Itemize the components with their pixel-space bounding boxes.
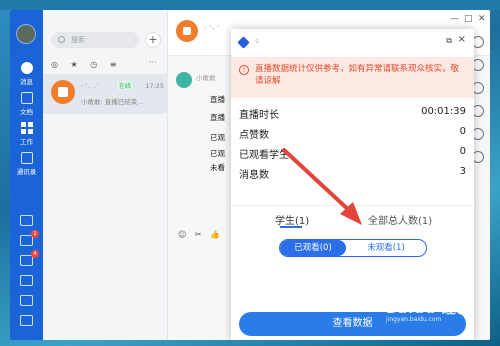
- contacts-icon: [20, 152, 33, 164]
- stat-value: 0: [459, 146, 466, 157]
- stat-row: 点赞数 0: [239, 126, 466, 141]
- close-button[interactable]: ✕: [478, 14, 486, 24]
- close-icon[interactable]: ×: [458, 34, 466, 45]
- stat-value: 0: [459, 126, 466, 137]
- watched-toggle: 已观看(0) 未观看(1): [279, 239, 427, 257]
- rail-label: 通讯录: [16, 168, 37, 176]
- message-snippet: 已观: [210, 149, 225, 158]
- warning-icon: !: [239, 65, 249, 75]
- app-logo-icon: [237, 36, 250, 49]
- chat-toolbar[interactable]: ☺ ✂ 👍: [178, 230, 223, 239]
- calendar-icon[interactable]: [20, 215, 33, 226]
- app-window: 消息 文档 工作 通讯录 1 4 搜索 + ◎ ★ ◷ ≡ ··· - '.. …: [10, 10, 490, 340]
- minimize-button[interactable]: —: [450, 14, 459, 24]
- conversation-name: - '.. .': [81, 82, 99, 90]
- desktop-background: [0, 0, 500, 10]
- chat-title: - '- ': [204, 24, 220, 33]
- rail-item-contacts[interactable]: 通讯录: [10, 152, 43, 176]
- warning-notice: ! 直播数据统计仅供参考，如有异常请联系观众核实，敬请谅解: [231, 57, 474, 98]
- notification-badge: 4: [31, 250, 39, 258]
- stat-row: 直播时长 00:01:39: [239, 106, 466, 121]
- message-snippet: 直播: [210, 113, 225, 122]
- rail-label: 消息: [20, 78, 33, 86]
- search-icon: [58, 36, 65, 43]
- group-avatar: [51, 80, 75, 104]
- stat-row: 已观看学生 0: [239, 146, 466, 161]
- mail-icon[interactable]: [20, 295, 33, 306]
- document-icon: [20, 92, 33, 104]
- watermark-main: Baidu 经验: [386, 301, 472, 317]
- phone-icon[interactable]: [20, 275, 33, 286]
- rail-item-docs[interactable]: 文档: [10, 92, 43, 116]
- tab-bar: 学生(1) 全部总人数(1): [231, 205, 474, 227]
- external-link-icon[interactable]: ⧉: [446, 36, 452, 46]
- grid-icon: [20, 122, 33, 134]
- conversation-item[interactable]: - '.. .' 在线 17:25 小敢敢: 直播已结束...: [43, 74, 168, 114]
- settings-icon[interactable]: [20, 315, 33, 326]
- tab-all[interactable]: 全部总人数(1): [368, 212, 432, 227]
- filter-icons[interactable]: ◎ ★ ◷ ≡: [51, 60, 121, 69]
- conversation-list: 搜索 + ◎ ★ ◷ ≡ ··· - '.. .' 在线 17:25 小敢敢: …: [43, 10, 168, 340]
- stat-row: 消息数 3: [239, 166, 466, 181]
- watermark-sub: jingyan.baidu.com: [386, 316, 442, 323]
- stat-label: 点赞数: [239, 130, 269, 141]
- conversation-preview: 小敢敢: 直播已结束...: [81, 98, 144, 106]
- maximize-button[interactable]: □: [464, 14, 473, 24]
- tab-underline: [280, 226, 302, 228]
- panel-header: ♀ ⧉ ×: [231, 29, 474, 57]
- conversation-time: 17:25: [145, 82, 164, 90]
- notification-badge: 1: [31, 230, 39, 238]
- stat-label: 消息数: [239, 170, 269, 181]
- tab-students[interactable]: 学生(1): [275, 212, 309, 227]
- panel-subtitle: ♀: [255, 38, 260, 45]
- search-placeholder: 搜索: [71, 36, 85, 44]
- rail-label: 文档: [20, 108, 33, 116]
- unwatched-option[interactable]: 未观看(1): [346, 240, 426, 256]
- more-icon[interactable]: ···: [149, 58, 157, 67]
- chat-avatar: [176, 20, 198, 42]
- watermark: Baidu 经验 jingyan.baidu.com: [386, 298, 472, 323]
- message-snippet: 直播: [210, 95, 225, 104]
- message-snippet: 已观: [210, 133, 225, 142]
- stat-value: 00:01:39: [421, 106, 466, 117]
- message-snippet: 未看: [210, 163, 225, 172]
- user-avatar[interactable]: [16, 24, 36, 44]
- sender-avatar: [176, 72, 192, 88]
- add-button[interactable]: +: [145, 32, 161, 48]
- search-input[interactable]: 搜索: [51, 32, 139, 48]
- message-icon: [20, 62, 33, 74]
- notice-text: 直播数据统计仅供参考，如有异常请联系观众核实，敬请谅解: [255, 64, 460, 86]
- stat-label: 直播时长: [239, 110, 279, 121]
- rail-label: 工作: [20, 138, 33, 146]
- watched-option[interactable]: 已观看(0): [280, 240, 346, 256]
- live-stats-panel: ♀ ⧉ × ! 直播数据统计仅供参考，如有异常请联系观众核实，敬请谅解 直播时长…: [231, 29, 474, 340]
- stat-value: 3: [459, 166, 466, 177]
- status-tag: 在线: [117, 81, 134, 90]
- left-rail: 消息 文档 工作 通讯录 1 4: [10, 10, 43, 340]
- sender-name: 小敢敢: [196, 74, 216, 82]
- rail-item-messages[interactable]: 消息: [10, 62, 43, 86]
- rail-item-work[interactable]: 工作: [10, 122, 43, 146]
- stat-label: 已观看学生: [239, 150, 289, 161]
